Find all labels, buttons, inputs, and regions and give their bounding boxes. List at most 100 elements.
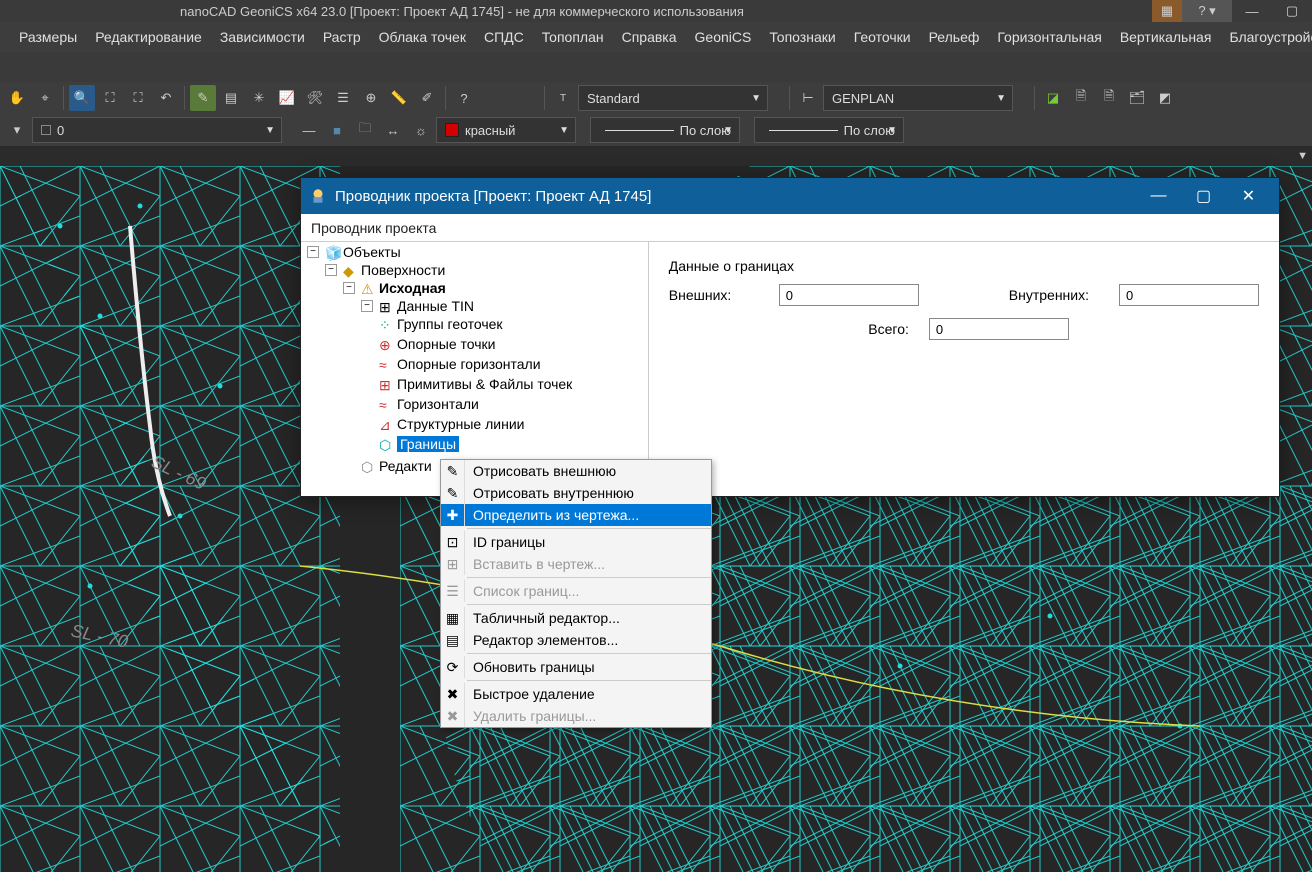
layer-dropdown-icon[interactable]: ▾ <box>4 117 30 143</box>
zoom-window-icon[interactable]: 🔍 <box>69 85 95 111</box>
menu-item[interactable]: Редактирование <box>86 24 211 50</box>
dim-style-combo[interactable]: GENPLAN▼ <box>823 85 1013 111</box>
ctx-refresh-boundaries[interactable]: ⟳Обновить границы <box>441 656 711 678</box>
ctx-delete-boundaries: ✖Удалить границы... <box>441 705 711 727</box>
edit-icon[interactable]: ✎ <box>190 85 216 111</box>
edit-icon: ⬡ <box>361 459 375 473</box>
doc-icon[interactable]: 🗎 <box>1068 85 1094 111</box>
measure-icon[interactable]: 📏 <box>386 85 412 111</box>
ctx-draw-outer[interactable]: ✎Отрисовать внешнюю <box>441 460 711 482</box>
popup-minimize-button[interactable]: — <box>1136 178 1181 214</box>
maximize-button[interactable]: ▢ <box>1272 0 1312 22</box>
tools-icon[interactable]: 🛠 <box>302 85 328 111</box>
xref-icon[interactable]: 🗂 <box>1124 85 1150 111</box>
outer-label: Внешних: <box>669 287 749 303</box>
menu-item[interactable]: Геоточки <box>845 24 920 50</box>
ctx-id-boundary[interactable]: ⊡ID границы <box>441 531 711 553</box>
zoom-dyn-icon[interactable]: ⛶ <box>97 85 123 111</box>
project-explorer-window: Проводник проекта [Проект: Проект АД 174… <box>300 177 1280 497</box>
zoom-box-icon[interactable]: ⌖ <box>32 85 58 111</box>
help-button[interactable]: ? ▾ <box>1182 0 1232 22</box>
gear-icon[interactable]: ✳ <box>246 85 272 111</box>
palette-icon[interactable]: ◩ <box>1152 85 1178 111</box>
sun-icon[interactable]: ☼ <box>408 117 434 143</box>
menu-item[interactable]: Топознаки <box>760 24 844 50</box>
tree-node-label[interactable]: Объекты <box>343 244 401 260</box>
separator <box>467 653 711 654</box>
popup-subtitle: Проводник проекта <box>301 214 1279 242</box>
menu-item[interactable]: Рельеф <box>920 24 989 50</box>
menu-item[interactable]: Вертикальная <box>1111 24 1221 50</box>
menu-item[interactable]: Справка <box>613 24 686 50</box>
menu-item[interactable]: Зависимости <box>211 24 314 50</box>
text-style-combo[interactable]: Standard▼ <box>578 85 768 111</box>
separator <box>467 604 711 605</box>
ctx-quick-delete[interactable]: ✖Быстрое удаление <box>441 683 711 705</box>
collapse-icon[interactable]: − <box>361 300 373 312</box>
green-doc-icon[interactable]: ◪ <box>1040 85 1066 111</box>
chart-icon[interactable]: 📈 <box>274 85 300 111</box>
menu-item[interactable]: Облака точек <box>370 24 475 50</box>
total-input[interactable] <box>929 318 1069 340</box>
tree-node-label[interactable]: Опорные точки <box>397 336 496 352</box>
tree-node-label[interactable]: Структурные линии <box>397 416 524 432</box>
pan-icon[interactable]: ✋ <box>4 85 30 111</box>
app-title: nanoCAD GeoniCS x64 23.0 [Проект: Проект… <box>0 4 744 19</box>
popup-maximize-button[interactable]: ▢ <box>1181 178 1226 214</box>
collapse-icon[interactable]: − <box>343 282 355 294</box>
expand-toolbar-icon[interactable]: ▼ <box>1297 150 1308 162</box>
edit2-icon[interactable]: ✐ <box>414 85 440 111</box>
tree-node-label[interactable]: Группы геоточек <box>397 316 503 332</box>
delete-icon: ✖ <box>441 683 465 705</box>
minimize-button[interactable]: — <box>1232 0 1272 22</box>
collapse-icon[interactable]: − <box>307 246 319 258</box>
tree-node-label[interactable]: Опорные горизонтали <box>397 356 541 372</box>
rect-icon[interactable]: ■ <box>324 117 350 143</box>
ctx-draw-inner[interactable]: ✎Отрисовать внутреннюю <box>441 482 711 504</box>
props-icon[interactable]: ▤ <box>218 85 244 111</box>
menu-item[interactable]: Размеры <box>10 24 86 50</box>
ctx-table-editor[interactable]: ▦Табличный редактор... <box>441 607 711 629</box>
tree-node-label[interactable]: Данные TIN <box>397 298 474 314</box>
menu-item[interactable]: СПДС <box>475 24 533 50</box>
boundary-icon: ⬡ <box>379 437 393 451</box>
folder-icon[interactable]: 🗀 <box>352 117 378 143</box>
list-icon[interactable]: ☰ <box>330 85 356 111</box>
tree-node-label[interactable]: Горизонтали <box>397 396 479 412</box>
zoom-scale-icon[interactable]: ⛶ <box>125 85 151 111</box>
arrow-icon[interactable]: ↔ <box>380 117 406 143</box>
menu-item[interactable]: Благоустройство <box>1220 24 1312 50</box>
help-icon[interactable]: ? <box>451 85 477 111</box>
doc2-icon[interactable]: 🗎 <box>1096 85 1122 111</box>
separator <box>467 680 711 681</box>
tree-node-label[interactable]: Исходная <box>379 280 446 296</box>
globe-icon[interactable]: ⊕ <box>358 85 384 111</box>
menu-item[interactable]: Горизонтальная <box>988 24 1110 50</box>
tree-node-label[interactable]: Редакти <box>379 458 432 474</box>
menubar: Размеры Редактирование Зависимости Растр… <box>0 22 1312 52</box>
layer-combo[interactable]: 0▼ <box>32 117 282 143</box>
popup-titlebar[interactable]: Проводник проекта [Проект: Проект АД 174… <box>301 178 1279 214</box>
tree-node-label[interactable]: Поверхности <box>361 262 445 278</box>
project-tree[interactable]: −🧊Объекты −◆Поверхности −⚠Исходная −⊞Дан… <box>301 242 649 496</box>
menu-item[interactable]: Растр <box>314 24 370 50</box>
menu-item[interactable]: GeoniCS <box>686 24 761 50</box>
objects-icon: 🧊 <box>325 245 339 259</box>
outer-input[interactable] <box>779 284 919 306</box>
lineweight-combo[interactable]: По слою▼ <box>754 117 904 143</box>
color-combo[interactable]: красный▼ <box>436 117 576 143</box>
tree-node-selected[interactable]: Границы <box>397 436 459 452</box>
ctx-element-editor[interactable]: ▤Редактор элементов... <box>441 629 711 651</box>
collapse-icon[interactable]: − <box>325 264 337 276</box>
zoom-prev-icon[interactable]: ↶ <box>153 85 179 111</box>
style-icon[interactable]: T <box>550 85 576 111</box>
ctx-define-from-drawing[interactable]: ✚Определить из чертежа... <box>441 504 711 526</box>
tree-node-label[interactable]: Примитивы & Файлы точек <box>397 376 572 392</box>
linetype-combo[interactable]: По слою▼ <box>590 117 740 143</box>
menu-item[interactable]: Топоплан <box>533 24 613 50</box>
inner-input[interactable] <box>1119 284 1259 306</box>
popup-close-button[interactable]: ✕ <box>1226 178 1271 214</box>
line-icon[interactable]: — <box>296 117 322 143</box>
apps-button[interactable]: ▦ <box>1152 0 1182 22</box>
dim-style-icon[interactable]: ⊢ <box>795 85 821 111</box>
